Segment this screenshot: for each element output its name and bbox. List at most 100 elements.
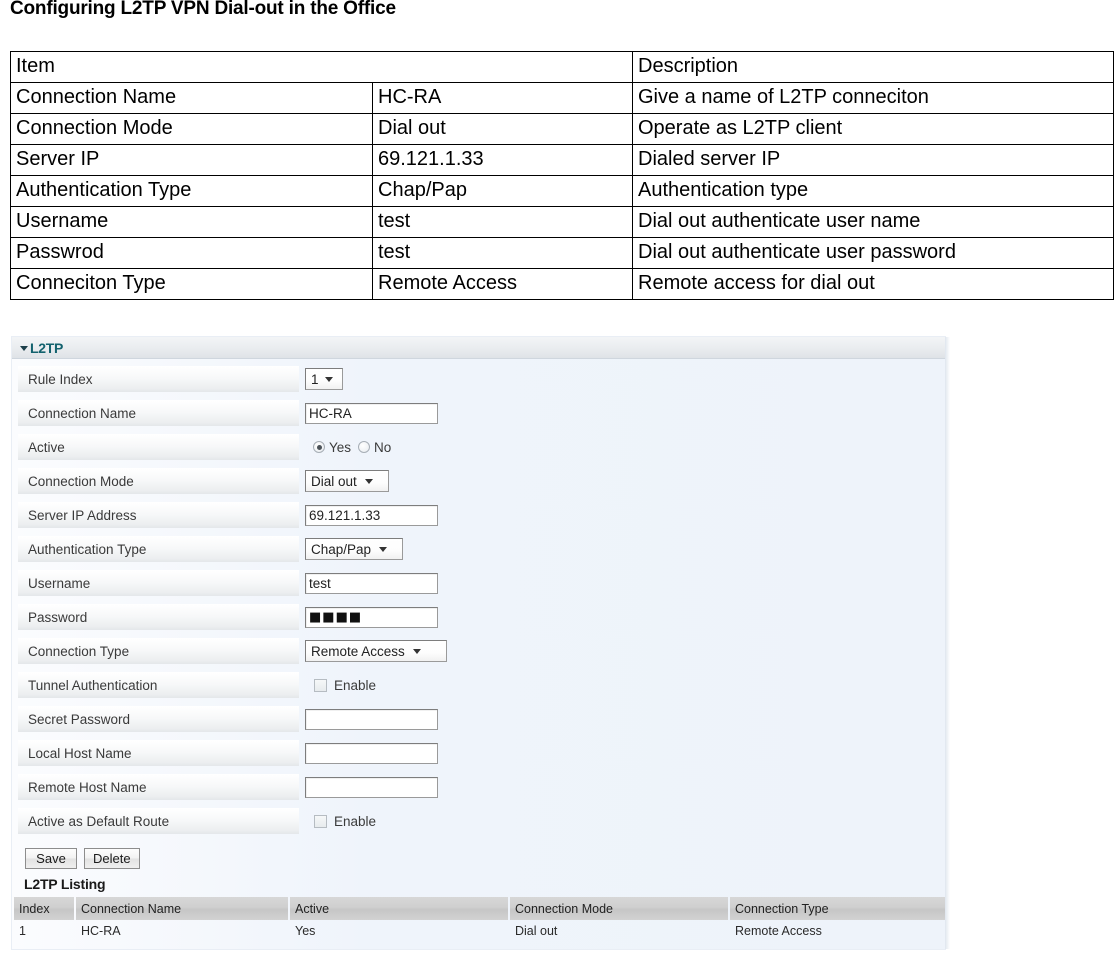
page-title: Configuring L2TP VPN Dial-out in the Off… bbox=[10, 0, 396, 19]
default-route-enable-label: Enable bbox=[334, 813, 377, 829]
control-username: test bbox=[305, 572, 438, 594]
chevron-down-icon bbox=[364, 478, 373, 484]
listing-cell-connection-name: HC-RA bbox=[81, 924, 121, 938]
control-server-ip: 69.121.1.33 bbox=[305, 504, 438, 526]
username-value: test bbox=[309, 575, 331, 591]
cell-item: Server IP bbox=[10, 144, 373, 176]
cell-item: Authentication Type bbox=[10, 175, 373, 207]
control-secret-password bbox=[305, 708, 438, 730]
collapse-triangle-icon[interactable] bbox=[20, 345, 28, 351]
form-row-rule-index: Rule Index 1 bbox=[12, 362, 945, 396]
username-input[interactable]: test bbox=[305, 572, 438, 594]
label-server-ip: Server IP Address bbox=[18, 502, 299, 528]
listing-header-connection-type: Connection Type bbox=[730, 897, 949, 920]
chevron-down-icon bbox=[324, 376, 333, 382]
local-host-name-input[interactable] bbox=[305, 742, 438, 764]
cell-description: Authentication type bbox=[632, 175, 1114, 207]
control-local-host-name bbox=[305, 742, 438, 764]
radio-no-icon[interactable] bbox=[358, 441, 371, 453]
control-tunnel-authentication: Enable bbox=[305, 678, 376, 693]
table-row: Passwrod test Dial out authenticate user… bbox=[10, 237, 1114, 269]
spec-table: Item Description Connection Name HC-RA G… bbox=[10, 51, 1114, 300]
cell-description: Dial out authenticate user password bbox=[632, 237, 1114, 269]
server-ip-value: 69.121.1.33 bbox=[309, 507, 381, 523]
chevron-down-icon bbox=[412, 648, 421, 654]
save-button[interactable]: Save bbox=[25, 847, 77, 869]
header-cell-description: Description bbox=[632, 51, 1114, 83]
listing-row[interactable]: 1 HC-RA Yes Dial out Remote Access bbox=[14, 920, 949, 942]
cell-item: Conneciton Type bbox=[10, 268, 373, 300]
password-value: ■■■■ bbox=[309, 609, 363, 625]
form-row-connection-type: Connection Type Remote Access bbox=[12, 634, 945, 668]
cell-item: Connection Mode bbox=[10, 113, 373, 145]
panel-header[interactable]: L2TP bbox=[12, 337, 945, 359]
secret-password-input[interactable] bbox=[305, 708, 438, 730]
form-row-password: Password ■■■■ bbox=[12, 600, 945, 634]
listing-cell-active: Yes bbox=[295, 924, 316, 938]
form-row-server-ip: Server IP Address 69.121.1.33 bbox=[12, 498, 945, 532]
cell-description: Operate as L2TP client bbox=[632, 113, 1114, 145]
tunnel-auth-checkbox[interactable] bbox=[314, 678, 327, 692]
tunnel-auth-checkbox-wrap[interactable]: Enable bbox=[314, 678, 376, 693]
cell-item: Username bbox=[10, 206, 373, 238]
control-connection-name: HC-RA bbox=[305, 402, 438, 424]
remote-host-name-input[interactable] bbox=[305, 776, 438, 798]
form-row-default-route: Active as Default Route Enable bbox=[12, 804, 945, 838]
listing-header-index: Index bbox=[14, 897, 74, 920]
authentication-type-select[interactable]: Chap/Pap bbox=[305, 538, 403, 560]
cell-value: Chap/Pap bbox=[372, 175, 633, 207]
default-route-checkbox[interactable] bbox=[314, 814, 327, 828]
server-ip-input[interactable]: 69.121.1.33 bbox=[305, 504, 438, 526]
control-active: Yes No bbox=[305, 440, 391, 455]
control-connection-type: Remote Access bbox=[305, 640, 447, 662]
l2tp-config-panel: L2TP Rule Index 1 Connection Name HC-RA bbox=[12, 337, 950, 949]
radio-yes-icon[interactable] bbox=[313, 441, 325, 453]
listing-header-connection-mode: Connection Mode bbox=[510, 897, 728, 920]
label-connection-type: Connection Type bbox=[18, 638, 299, 664]
connection-name-input[interactable]: HC-RA bbox=[305, 402, 438, 424]
password-input[interactable]: ■■■■ bbox=[305, 606, 438, 628]
delete-button[interactable]: Delete bbox=[84, 847, 140, 869]
cell-description: Dialed server IP bbox=[632, 144, 1114, 176]
active-no-label: No bbox=[374, 439, 392, 455]
connection-mode-value: Dial out bbox=[311, 473, 357, 489]
l2tp-form: Rule Index 1 Connection Name HC-RA Activ… bbox=[12, 359, 945, 838]
header-cell-item: Item bbox=[10, 51, 633, 83]
cell-value: test bbox=[372, 237, 633, 269]
cell-description: Remote access for dial out bbox=[632, 268, 1114, 300]
cell-item: Passwrod bbox=[10, 237, 373, 269]
label-authentication-type: Authentication Type bbox=[18, 536, 299, 562]
cell-value: 69.121.1.33 bbox=[372, 144, 633, 176]
listing-header-connection-name: Connection Name bbox=[76, 897, 288, 920]
active-yes-label: Yes bbox=[329, 439, 352, 455]
form-row-tunnel-authentication: Tunnel Authentication Enable bbox=[12, 668, 945, 702]
label-username: Username bbox=[18, 570, 299, 596]
cell-value: HC-RA bbox=[372, 82, 633, 114]
label-connection-mode: Connection Mode bbox=[18, 468, 299, 494]
cell-value: test bbox=[372, 206, 633, 238]
form-row-active: Active Yes No bbox=[12, 430, 945, 464]
active-radio-no[interactable]: No bbox=[358, 440, 391, 455]
chevron-down-icon bbox=[379, 546, 388, 552]
rule-index-value: 1 bbox=[311, 371, 319, 387]
control-password: ■■■■ bbox=[305, 606, 438, 628]
rule-index-select[interactable]: 1 bbox=[305, 368, 343, 390]
listing-cell-connection-type: Remote Access bbox=[735, 924, 822, 938]
control-authentication-type: Chap/Pap bbox=[305, 538, 403, 560]
cell-description: Dial out authenticate user name bbox=[632, 206, 1114, 238]
table-row: Server IP 69.121.1.33 Dialed server IP bbox=[10, 144, 1114, 176]
form-row-connection-mode: Connection Mode Dial out bbox=[12, 464, 945, 498]
control-rule-index: 1 bbox=[305, 368, 343, 390]
connection-name-value: HC-RA bbox=[309, 405, 352, 421]
connection-mode-select[interactable]: Dial out bbox=[305, 470, 389, 492]
active-radio-yes[interactable]: Yes bbox=[313, 440, 351, 455]
cell-description: Give a name of L2TP conneciton bbox=[632, 82, 1114, 114]
default-route-checkbox-wrap[interactable]: Enable bbox=[314, 814, 376, 829]
label-secret-password: Secret Password bbox=[18, 706, 299, 732]
label-active: Active bbox=[18, 434, 299, 460]
cell-value: Remote Access bbox=[372, 268, 633, 300]
connection-type-value: Remote Access bbox=[311, 643, 405, 659]
cell-item: Connection Name bbox=[10, 82, 373, 114]
form-row-local-host-name: Local Host Name bbox=[12, 736, 945, 770]
connection-type-select[interactable]: Remote Access bbox=[305, 640, 447, 662]
